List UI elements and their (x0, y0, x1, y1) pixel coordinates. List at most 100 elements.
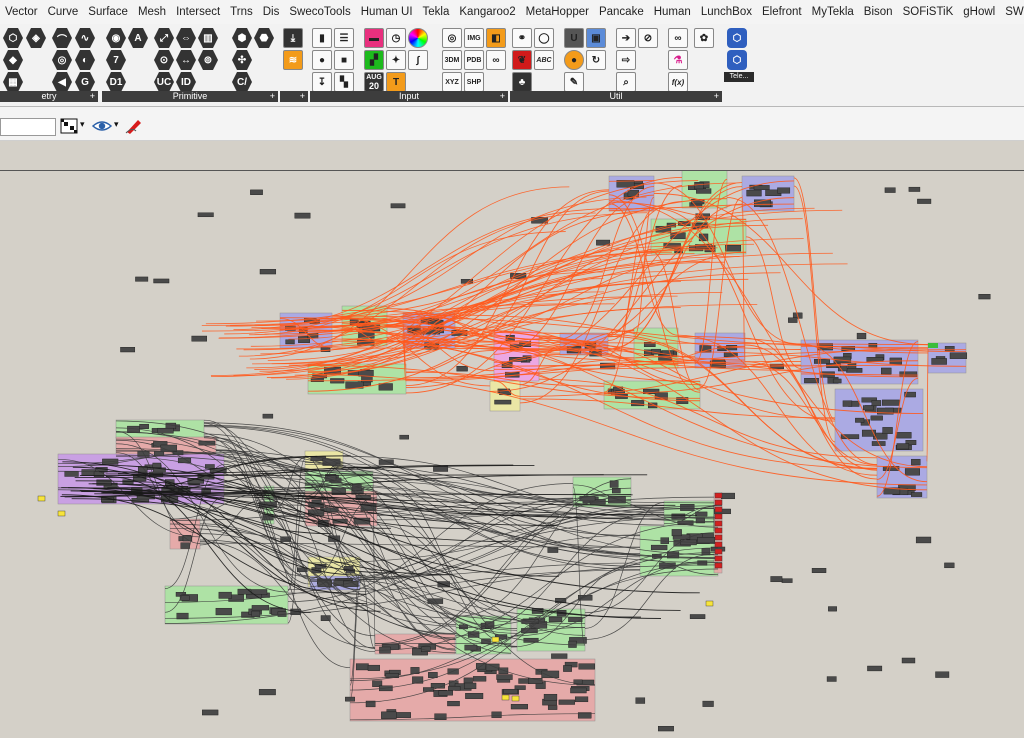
component-node[interactable] (510, 704, 528, 710)
boolean-icon[interactable]: ◉ (106, 28, 126, 48)
download-icon[interactable]: ⤓ (283, 28, 303, 48)
lasso-icon[interactable]: ◯ (534, 28, 554, 48)
component-node[interactable] (548, 616, 563, 623)
ribbon-group-caption[interactable]: Primitive + (102, 91, 278, 102)
swatch-icon[interactable]: ▚ (334, 72, 354, 92)
graph-mapper-icon[interactable]: ✦ (386, 50, 406, 70)
component-node[interactable] (491, 711, 502, 718)
component-node[interactable] (503, 688, 518, 695)
component-node[interactable] (157, 427, 174, 434)
ribbon-group-caption[interactable]: Input + (310, 91, 508, 102)
menu-item-3[interactable]: Mesh (133, 6, 171, 18)
menu-item-10[interactable]: Kangaroo2 (454, 6, 520, 18)
component-node[interactable] (367, 664, 380, 671)
component-node[interactable] (650, 544, 668, 551)
loose-component-node[interactable] (702, 700, 714, 707)
panel-marker[interactable] (501, 694, 510, 701)
component-node[interactable] (904, 468, 920, 476)
component-node[interactable] (896, 432, 912, 439)
component-node[interactable] (568, 640, 577, 648)
curve-param-icon[interactable]: ⌒ (52, 28, 72, 48)
pencil-icon[interactable]: ✎ (564, 72, 584, 92)
colour-picker-icon[interactable]: ▬ (364, 28, 384, 48)
loose-component-node[interactable] (826, 676, 837, 682)
component-node[interactable] (870, 415, 883, 421)
domain-param-icon[interactable]: ⇔ (176, 28, 196, 48)
red-output-node[interactable] (714, 527, 723, 534)
mesh-param-icon[interactable]: ▦ (3, 72, 23, 92)
menu-item-17[interactable]: Bison (859, 6, 898, 18)
menu-item-18[interactable]: SOFiSTiK (898, 6, 959, 18)
text-param-icon[interactable]: A (128, 28, 148, 48)
loose-component-node[interactable] (908, 186, 921, 192)
geometry-hex-icon[interactable]: ⬡ (3, 28, 23, 48)
button-icon[interactable]: ● (312, 50, 332, 70)
arrow-outline-icon[interactable]: ⇨ (616, 50, 636, 70)
panel-marker[interactable] (511, 695, 520, 702)
image-icon[interactable]: IMG (464, 28, 484, 48)
red-output-node[interactable] (714, 506, 723, 513)
loose-component-node[interactable] (871, 400, 882, 407)
ribbon-group-caption[interactable]: + (280, 91, 308, 102)
component-node[interactable] (543, 693, 558, 701)
geometry-param-icon[interactable]: ◈ (26, 28, 46, 48)
loose-component-node[interactable] (828, 606, 837, 612)
panel-marker[interactable] (705, 600, 714, 607)
geometry-pipeline-icon[interactable]: ⬢ (232, 28, 252, 48)
red-output-node[interactable] (714, 499, 723, 506)
component-node[interactable] (911, 492, 923, 497)
pipeline-orange-icon[interactable]: T (386, 72, 406, 92)
tele-hex-icon[interactable]: ⬡ (727, 28, 747, 48)
grasshopper-canvas[interactable] (0, 171, 1024, 738)
component-node[interactable] (855, 417, 865, 423)
component-node[interactable] (496, 674, 513, 680)
component-node[interactable] (866, 357, 884, 362)
glasses-icon[interactable]: ⚭ (512, 28, 532, 48)
component-node[interactable] (448, 686, 461, 691)
colour-wheel-icon[interactable] (408, 28, 428, 48)
sketch-pen-icon[interactable] (124, 117, 144, 135)
loose-component-node[interactable] (978, 293, 991, 300)
component-node[interactable] (701, 548, 711, 556)
component-node[interactable] (485, 663, 500, 671)
component-node[interactable] (180, 542, 190, 549)
loose-component-node[interactable] (258, 689, 276, 696)
loose-component-node[interactable] (294, 212, 311, 219)
ribbon-group-caption[interactable]: etry + (0, 91, 98, 102)
loose-component-node[interactable] (788, 317, 798, 323)
loose-component-node[interactable] (884, 187, 896, 193)
cherries-icon[interactable]: ❦ (512, 50, 532, 70)
value-list-icon[interactable]: ■ (334, 50, 354, 70)
abc-icon[interactable]: ABC (534, 50, 554, 70)
uc-param-icon[interactable]: UC (154, 72, 174, 92)
component-node[interactable] (882, 399, 900, 406)
loose-component-node[interactable] (770, 576, 783, 583)
vector-param-icon[interactable]: ⤢ (154, 28, 174, 48)
group-param-icon[interactable]: G (75, 72, 95, 92)
toggle-icon[interactable]: ▮ (312, 28, 332, 48)
component-node[interactable] (949, 352, 968, 359)
no-entry-icon[interactable]: ⊘ (638, 28, 658, 48)
menu-item-9[interactable]: Tekla (418, 6, 455, 18)
line-param-icon[interactable]: ◀ (52, 72, 72, 92)
loose-component-node[interactable] (689, 614, 706, 619)
component-node[interactable] (285, 339, 295, 345)
circle-param-icon[interactable]: ◎ (52, 50, 72, 70)
component-node[interactable] (563, 665, 572, 672)
clock-icon[interactable]: ◷ (386, 28, 406, 48)
cluster-input-icon[interactable]: ▣ (586, 28, 606, 48)
target-icon[interactable]: ◎ (442, 28, 462, 48)
component-node[interactable] (381, 711, 397, 719)
component-node[interactable] (842, 400, 853, 407)
red-output-node[interactable] (714, 534, 723, 541)
path-param-icon[interactable]: ✣ (232, 50, 252, 70)
ribbon-group-caption[interactable]: Util + (510, 91, 722, 102)
red-output-node[interactable] (714, 562, 723, 569)
loose-component-node[interactable] (917, 198, 932, 204)
component-node[interactable] (695, 511, 708, 517)
component-node[interactable] (911, 458, 921, 466)
component-node[interactable] (832, 378, 842, 384)
menu-item-8[interactable]: Human UI (356, 6, 418, 18)
component-node[interactable] (680, 503, 695, 511)
loop-icon[interactable]: ↻ (586, 50, 606, 70)
